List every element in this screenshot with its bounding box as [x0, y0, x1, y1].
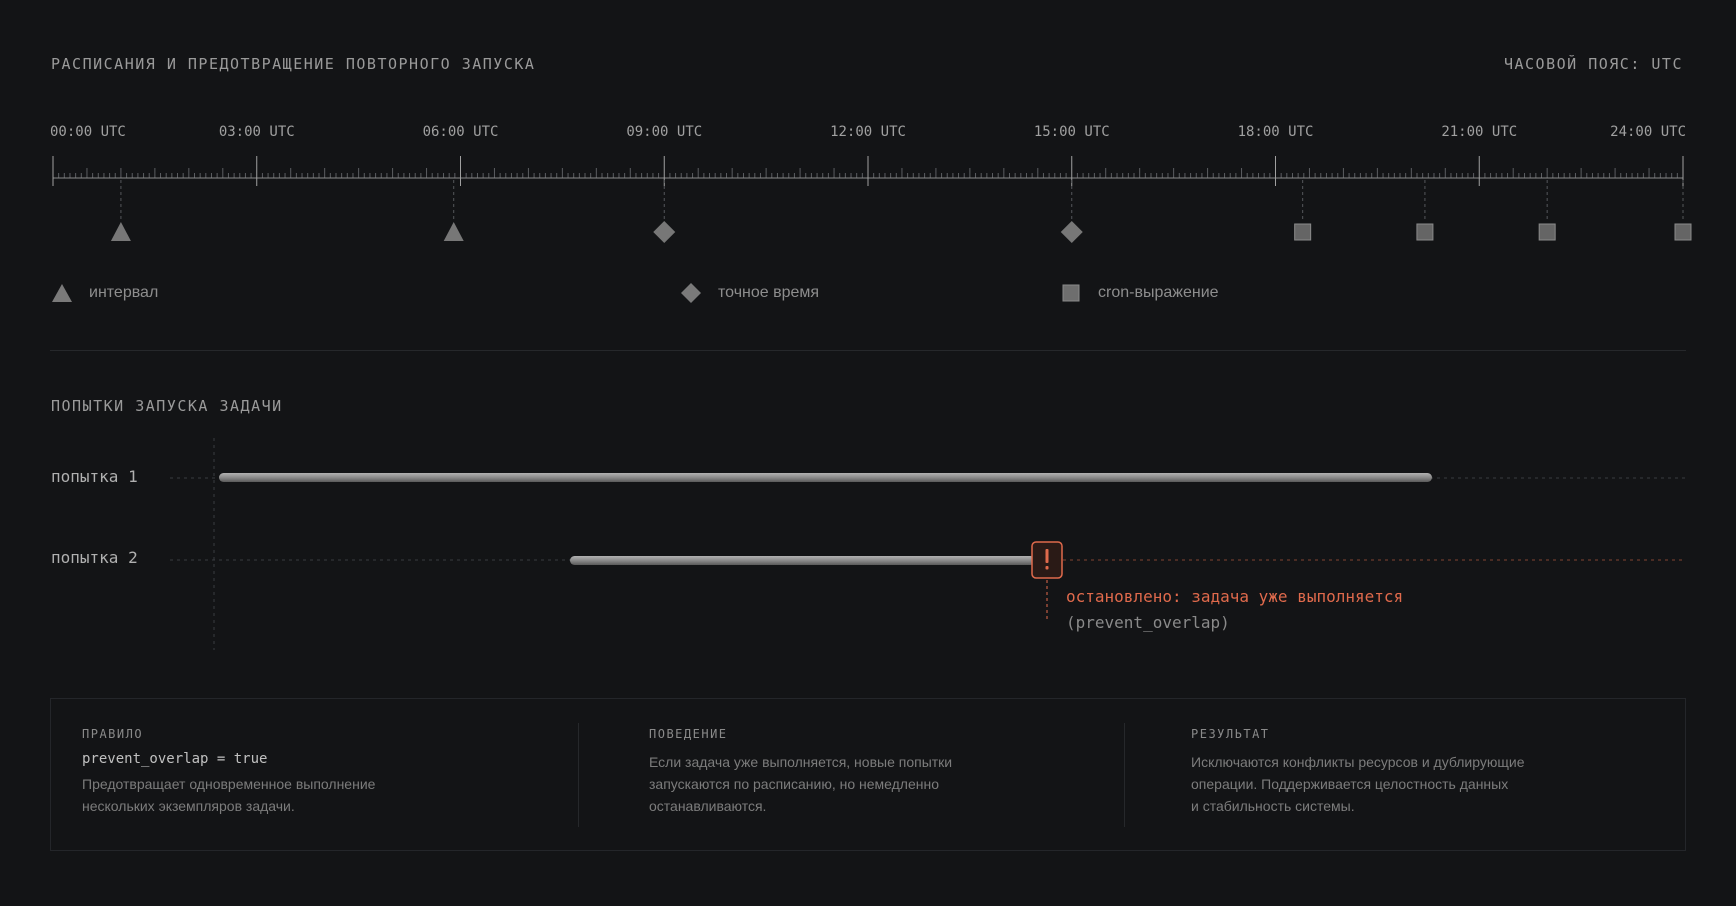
diamond-icon	[681, 283, 701, 303]
info-rule-heading: ПРАВИЛО	[82, 727, 144, 741]
tick-label: 03:00 UTC	[219, 124, 295, 140]
stop-message: остановлено: задача уже выполняется	[1066, 587, 1404, 606]
info-separator	[578, 723, 579, 827]
attempt-2-bar	[570, 556, 1035, 565]
info-rule-code: prevent_overlap = true	[82, 751, 268, 767]
legend-item-interval: интервал	[51, 282, 158, 304]
stop-reason-code: (prevent_overlap)	[1066, 613, 1230, 632]
info-rule-line: Предотвращает одновременное выполнение	[82, 776, 376, 792]
cron-marker	[1674, 223, 1692, 241]
tick-label: 24:00 UTC	[1610, 124, 1686, 140]
legend-label-interval: интервал	[89, 284, 159, 301]
exact-time-marker	[653, 221, 676, 243]
legend-label-cron: cron-выражение	[1098, 284, 1219, 301]
square-icon	[1062, 284, 1080, 302]
schedule-timeline: 00:00 UTC 03:00 UTC 06:00 UTC 09:00 UTC 12:0…	[50, 124, 1692, 243]
info-result-line: и стабильность системы.	[1191, 798, 1355, 814]
legend-item-cron: cron-выражение	[1060, 282, 1219, 304]
legend-label-exact: точное время	[718, 284, 820, 301]
info-rule: ПРАВИЛО prevent_overlap = true Предотвра…	[82, 727, 375, 817]
interval-marker	[110, 222, 131, 241]
exact-time-marker	[1060, 221, 1083, 243]
info-separator	[1124, 723, 1125, 827]
runs-section-title: ПОПЫТКИ ЗАПУСКА ЗАДАЧИ	[51, 397, 283, 415]
info-result-heading: РЕЗУЛЬТАТ	[1191, 727, 1270, 741]
tick-label: 12:00 UTC	[830, 124, 906, 140]
legend-item-exact: точное время	[680, 282, 819, 304]
cron-marker	[1294, 223, 1312, 241]
info-behavior-line: останавливаются.	[649, 798, 767, 814]
attempt-1-bar	[219, 473, 1432, 482]
cron-marker	[1538, 223, 1556, 241]
info-behavior-line: запускаются по расписанию, но немедленно	[649, 776, 940, 792]
info-result-line: операции. Поддерживается целостность дан…	[1191, 776, 1509, 792]
tick-label: 00:00 UTC	[50, 124, 126, 140]
tick-label: 06:00 UTC	[423, 124, 499, 140]
exclamation-icon	[1031, 541, 1063, 579]
info-behavior: ПОВЕДЕНИЕ Если задача уже выполняется, н…	[649, 727, 952, 817]
info-behavior-heading: ПОВЕДЕНИЕ	[649, 727, 728, 741]
info-result-line: Исключаются конфликты ресурсов и дублиру…	[1191, 754, 1525, 770]
interval-marker	[443, 222, 464, 241]
tick-label: 09:00 UTC	[626, 124, 702, 140]
info-behavior-line: Если задача уже выполняется, новые попыт…	[649, 754, 953, 770]
info-rule-line: нескольких экземпляров задачи.	[82, 798, 295, 814]
cron-marker	[1416, 223, 1434, 241]
tick-label: 18:00 UTC	[1238, 124, 1314, 140]
attempts-chart	[170, 438, 1686, 650]
info-panel: ПРАВИЛО prevent_overlap = true Предотвра…	[50, 698, 1686, 851]
tick-label: 15:00 UTC	[1034, 124, 1110, 140]
section-divider	[50, 350, 1686, 351]
info-result: РЕЗУЛЬТАТ Исключаются конфликты ресурсов…	[1191, 727, 1525, 817]
tick-label: 21:00 UTC	[1441, 124, 1517, 140]
triangle-icon	[52, 284, 72, 302]
